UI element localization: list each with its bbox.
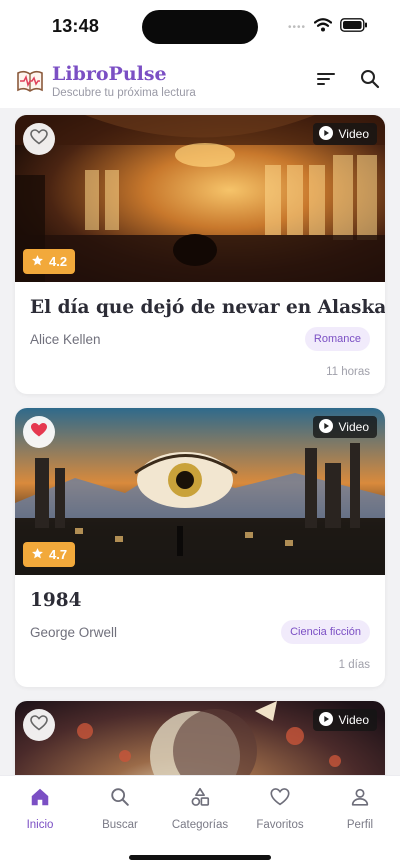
tab-favoritos[interactable]: Favoritos [240,786,320,831]
time-ago: 11 horas [326,366,370,378]
book-card-body: 1984 George Orwell Ciencia ficción 1 día… [15,575,385,687]
bottom-tab-bar: Inicio Buscar Categorías Favoritos Perfi… [0,775,400,867]
book-cover-image[interactable]: Video 4.7 [15,408,385,575]
genre-tag[interactable]: Ciencia ficción [281,620,370,644]
rating-badge: 4.7 [23,542,76,567]
book-feed[interactable]: Video 4.2 El día que dejó de nevar en Al… [0,108,400,775]
book-cover-image[interactable]: Video 4.2 [15,115,385,282]
home-icon [29,786,51,813]
book-author: Alice Kellen [30,332,101,347]
signal-dots: •••• [287,22,306,33]
tab-label: Categorías [171,819,229,831]
shapes-icon [189,786,211,813]
genre-tag[interactable]: Romance [304,327,370,351]
dynamic-island [142,10,258,44]
tab-buscar[interactable]: Buscar [80,786,160,831]
rating-value: 4.7 [49,547,68,562]
rating-badge: 4.2 [23,249,76,274]
heart-icon [269,786,291,813]
wifi-icon [313,18,333,37]
search-icon [360,69,380,94]
star-icon [31,547,44,563]
home-indicator [129,855,271,860]
tab-label: Inicio [26,819,54,831]
tab-label: Perfil [346,819,374,831]
play-icon [318,418,333,436]
app-header: LibroPulse Descubre tu próxima lectura [0,54,400,108]
favorite-button[interactable] [23,416,55,448]
battery-icon [340,18,368,37]
book-title[interactable]: El día que dejó de nevar en Alaska [30,297,385,318]
search-button[interactable] [359,69,381,94]
search-icon [109,786,131,813]
heart-outline-icon [30,128,48,150]
sort-icon [316,71,336,92]
video-badge[interactable]: Video [312,709,377,731]
video-badge[interactable]: Video [312,123,377,145]
status-icons: •••• [288,18,368,37]
heart-outline-icon [30,714,48,736]
play-icon [318,711,333,729]
rating-value: 4.2 [49,254,68,269]
heart-filled-icon [30,422,48,443]
video-badge[interactable]: Video [312,416,377,438]
sort-button[interactable] [315,70,337,92]
favorite-button[interactable] [23,709,55,741]
app-subtitle: Descubre tu próxima lectura [52,87,196,99]
star-icon [31,254,44,270]
tab-label: Favoritos [256,819,304,831]
video-label: Video [338,713,369,727]
user-icon [349,786,371,813]
book-card[interactable]: Video 4.7 1984 George Orwell Ciencia fic… [15,408,385,687]
book-card[interactable]: Video 4.2 El día que dejó de nevar en Al… [15,115,385,394]
tab-label: Buscar [102,819,138,831]
favorite-button[interactable] [23,123,55,155]
tab-perfil[interactable]: Perfil [320,786,400,831]
play-icon [318,125,333,143]
book-author: George Orwell [30,625,118,640]
time-ago: 1 días [338,659,370,671]
video-label: Video [338,127,369,141]
book-card-body: El día que dejó de nevar en Alaska Alice… [15,282,385,394]
book-title[interactable]: 1984 [30,590,370,611]
book-cover-image[interactable]: Video [15,701,385,775]
video-label: Video [338,420,369,434]
tab-categorias[interactable]: Categorías [160,786,240,831]
book-pulse-logo-icon [16,67,44,95]
tab-inicio[interactable]: Inicio [0,786,80,831]
book-card[interactable]: Video [15,701,385,775]
status-time: 13:48 [52,16,100,36]
app-title: LibroPulse [52,63,167,85]
status-bar: 13:48 •••• [0,0,400,54]
